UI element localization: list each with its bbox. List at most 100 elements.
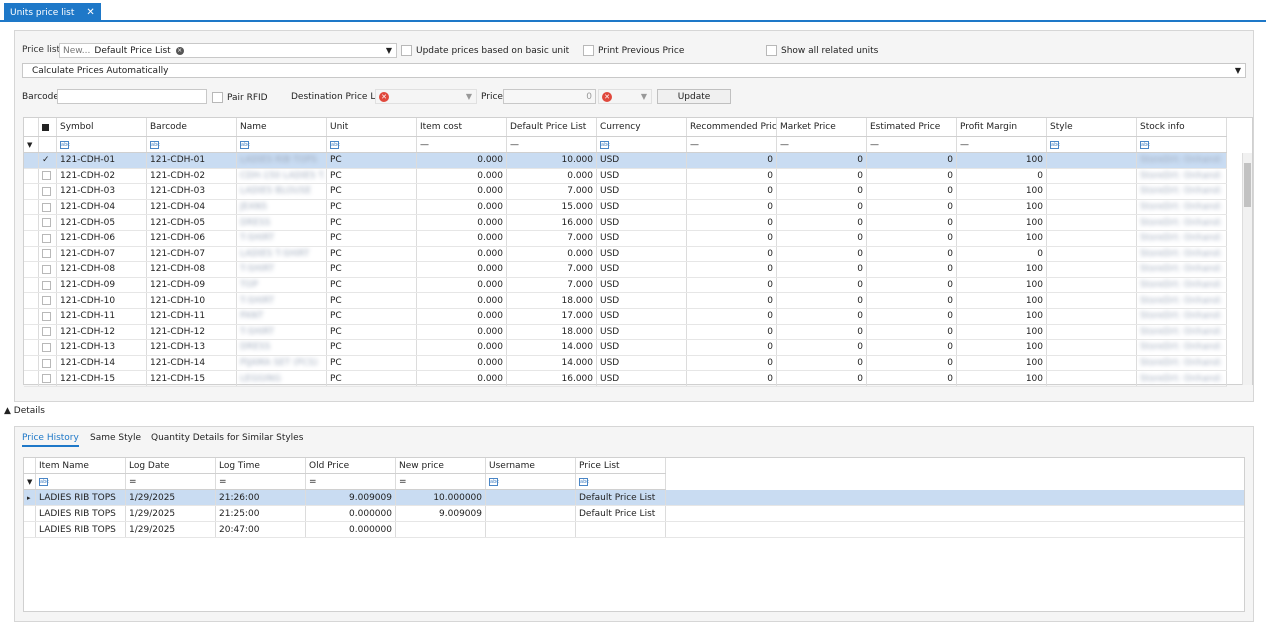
column-header[interactable]: Barcode: [147, 118, 237, 136]
pair-rfid-check[interactable]: Pair RFID: [212, 92, 268, 103]
table-row[interactable]: 121-CDH-11 121-CDH-11 PANT PC 0.000 17.000 USD…: [24, 309, 1227, 325]
filter-cell[interactable]: —: [777, 137, 867, 152]
filter-cell[interactable]: —: [867, 137, 957, 152]
chevron-down-icon[interactable]: ▼: [466, 92, 472, 101]
tab-units-price-list[interactable]: Units price list ✕: [4, 3, 101, 22]
row-checkbox[interactable]: [39, 184, 57, 199]
column-header[interactable]: Item Name: [36, 458, 126, 473]
row-checkbox[interactable]: [39, 215, 57, 230]
update-basic-check[interactable]: Update prices based on basic unit: [401, 45, 569, 56]
table-row[interactable]: 121-CDH-02 121-CDH-02 CDH-150 LADIES T. PC 0…: [24, 168, 1227, 185]
price-list-combo[interactable]: New... Default Price List × ▼: [59, 43, 397, 58]
checkbox[interactable]: [401, 45, 412, 56]
tab-price-history[interactable]: Price History: [22, 433, 79, 447]
row-checkbox[interactable]: [39, 277, 57, 293]
chevron-down-icon[interactable]: ▼: [1235, 66, 1241, 75]
filter-cell[interactable]: abc: [57, 137, 147, 152]
checkbox[interactable]: [766, 45, 777, 56]
table-row[interactable]: 121-CDH-14 121-CDH-14 PIJAMA SET (PCS) PC 0.…: [24, 355, 1227, 372]
column-header[interactable]: Price List: [576, 458, 666, 473]
row-checkbox[interactable]: [39, 231, 57, 246]
row-checkbox[interactable]: [39, 293, 57, 308]
table-row[interactable]: 121-CDH-08 121-CDH-08 T-SHIRT PC 0.000 7.000 U…: [24, 262, 1227, 278]
column-header[interactable]: Name: [237, 118, 327, 136]
table-row[interactable]: LADIES RIB TOPS 1/29/2025 21:25:00 0.000000…: [24, 506, 1244, 522]
filter-cell[interactable]: abc: [576, 474, 666, 489]
filter-cell[interactable]: =: [216, 474, 306, 489]
filter-cell[interactable]: abc: [597, 137, 687, 152]
column-header[interactable]: Symbol: [57, 118, 147, 136]
barcode-input[interactable]: [57, 89, 207, 104]
table-row[interactable]: ▸ LADIES RIB TOPS 1/29/2025 21:26:00 9.00900…: [24, 490, 1244, 506]
table-row[interactable]: 121-CDH-12 121-CDH-12 T-SHIRT PC 0.000 18.000…: [24, 324, 1227, 341]
update-button[interactable]: Update: [657, 89, 731, 104]
filter-cell[interactable]: =: [126, 474, 216, 489]
show-related-check[interactable]: Show all related units: [766, 45, 878, 56]
table-row[interactable]: 121-CDH-05 121-CDH-05 DRESS PC 0.000 16.000 US…: [24, 215, 1227, 231]
price-list-new[interactable]: New...: [63, 46, 90, 56]
filter-icon[interactable]: ▼: [24, 474, 36, 489]
price-unit-combo[interactable]: ✕ ▼: [598, 89, 652, 104]
filter-cell[interactable]: —: [687, 137, 777, 152]
table-row[interactable]: 121-CDH-06 121-CDH-06 T-SHIRT PC 0.000 7.000 U…: [24, 231, 1227, 247]
table-row[interactable]: 121-CDH-10 121-CDH-10 T-SHIRT PC 0.000 18.000…: [24, 293, 1227, 309]
scroll-thumb[interactable]: [1244, 163, 1251, 207]
filter-cell[interactable]: abc: [1047, 137, 1137, 152]
row-checkbox[interactable]: [39, 324, 57, 340]
chevron-down-icon[interactable]: ▼: [641, 92, 647, 101]
table-row[interactable]: ✓ 121-CDH-01 121-CDH-01 LADIES RIB TOPS PC 0.…: [24, 153, 1227, 169]
filter-cell[interactable]: =: [396, 474, 486, 489]
column-header[interactable]: Old Price: [306, 458, 396, 473]
filter-cell[interactable]: —: [507, 137, 597, 152]
column-header[interactable]: Log Date: [126, 458, 216, 473]
column-header[interactable]: Estimated Price: [867, 118, 957, 136]
table-row[interactable]: 121-CDH-09 121-CDH-09 TOP PC 0.000 7.000 USD 0 0…: [24, 277, 1227, 294]
filter-cell[interactable]: abc: [147, 137, 237, 152]
tab-quantity-details[interactable]: Quantity Details for Similar Styles: [151, 433, 303, 443]
checkbox[interactable]: [212, 92, 223, 103]
tab-same-style[interactable]: Same Style: [90, 433, 141, 443]
column-header[interactable]: Log Time: [216, 458, 306, 473]
table-row[interactable]: 121-CDH-04 121-CDH-04 JEANS PC 0.000 15.000 US…: [24, 199, 1227, 216]
filter-cell[interactable]: abc: [237, 137, 327, 152]
filter-icon[interactable]: ▼: [24, 137, 39, 152]
column-header[interactable]: Unit: [327, 118, 417, 136]
row-checkbox[interactable]: [39, 340, 57, 355]
table-row[interactable]: 121-CDH-03 121-CDH-03 LADIES BLOUSE PC 0.000…: [24, 184, 1227, 200]
close-icon[interactable]: ✕: [86, 7, 94, 18]
row-checkbox[interactable]: ✓: [39, 153, 57, 168]
checkbox[interactable]: [583, 45, 594, 56]
row-checkbox[interactable]: [39, 371, 57, 386]
dest-price-list-combo[interactable]: ✕ ▼: [375, 89, 477, 104]
row-checkbox[interactable]: [39, 246, 57, 262]
clear-icon[interactable]: ×: [175, 46, 184, 55]
chevron-down-icon[interactable]: ▼: [386, 46, 392, 55]
details-header[interactable]: ▲ Details: [4, 406, 45, 416]
filter-cell[interactable]: abc: [1137, 137, 1227, 152]
column-header[interactable]: Stock info: [1137, 118, 1227, 136]
table-row[interactable]: 121-CDH-15 121-CDH-15 LEGGING PC 0.000 16.000…: [24, 371, 1227, 387]
filter-cell[interactable]: abc: [486, 474, 576, 489]
filter-cell[interactable]: abc: [36, 474, 126, 489]
print-prev-check[interactable]: Print Previous Price: [583, 45, 684, 56]
column-header[interactable]: Item cost: [417, 118, 507, 136]
column-header[interactable]: Style: [1047, 118, 1137, 136]
column-header[interactable]: Currency: [597, 118, 687, 136]
column-header[interactable]: Profit Margin: [957, 118, 1047, 136]
row-checkbox[interactable]: [39, 355, 57, 371]
row-checkbox[interactable]: [39, 262, 57, 277]
column-header[interactable]: Username: [486, 458, 576, 473]
table-row[interactable]: 121-CDH-13 121-CDH-13 DRESS PC 0.000 14.000 US…: [24, 340, 1227, 356]
column-header[interactable]: Market Price: [777, 118, 867, 136]
collapse-icon[interactable]: ▲: [4, 406, 11, 416]
filter-cell[interactable]: abc: [327, 137, 417, 152]
row-checkbox[interactable]: [39, 199, 57, 215]
filter-cell[interactable]: —: [417, 137, 507, 152]
column-header[interactable]: Default Price List: [507, 118, 597, 136]
filter-cell[interactable]: —: [957, 137, 1047, 152]
table-row[interactable]: 121-CDH-07 121-CDH-07 LADIES T-SHIRT PC 0.00…: [24, 246, 1227, 263]
vertical-scrollbar[interactable]: [1242, 153, 1252, 385]
select-all-checkbox[interactable]: [39, 118, 57, 136]
row-checkbox[interactable]: [39, 168, 57, 184]
table-row[interactable]: LADIES RIB TOPS 1/29/2025 20:47:00 0.000000: [24, 522, 1244, 538]
